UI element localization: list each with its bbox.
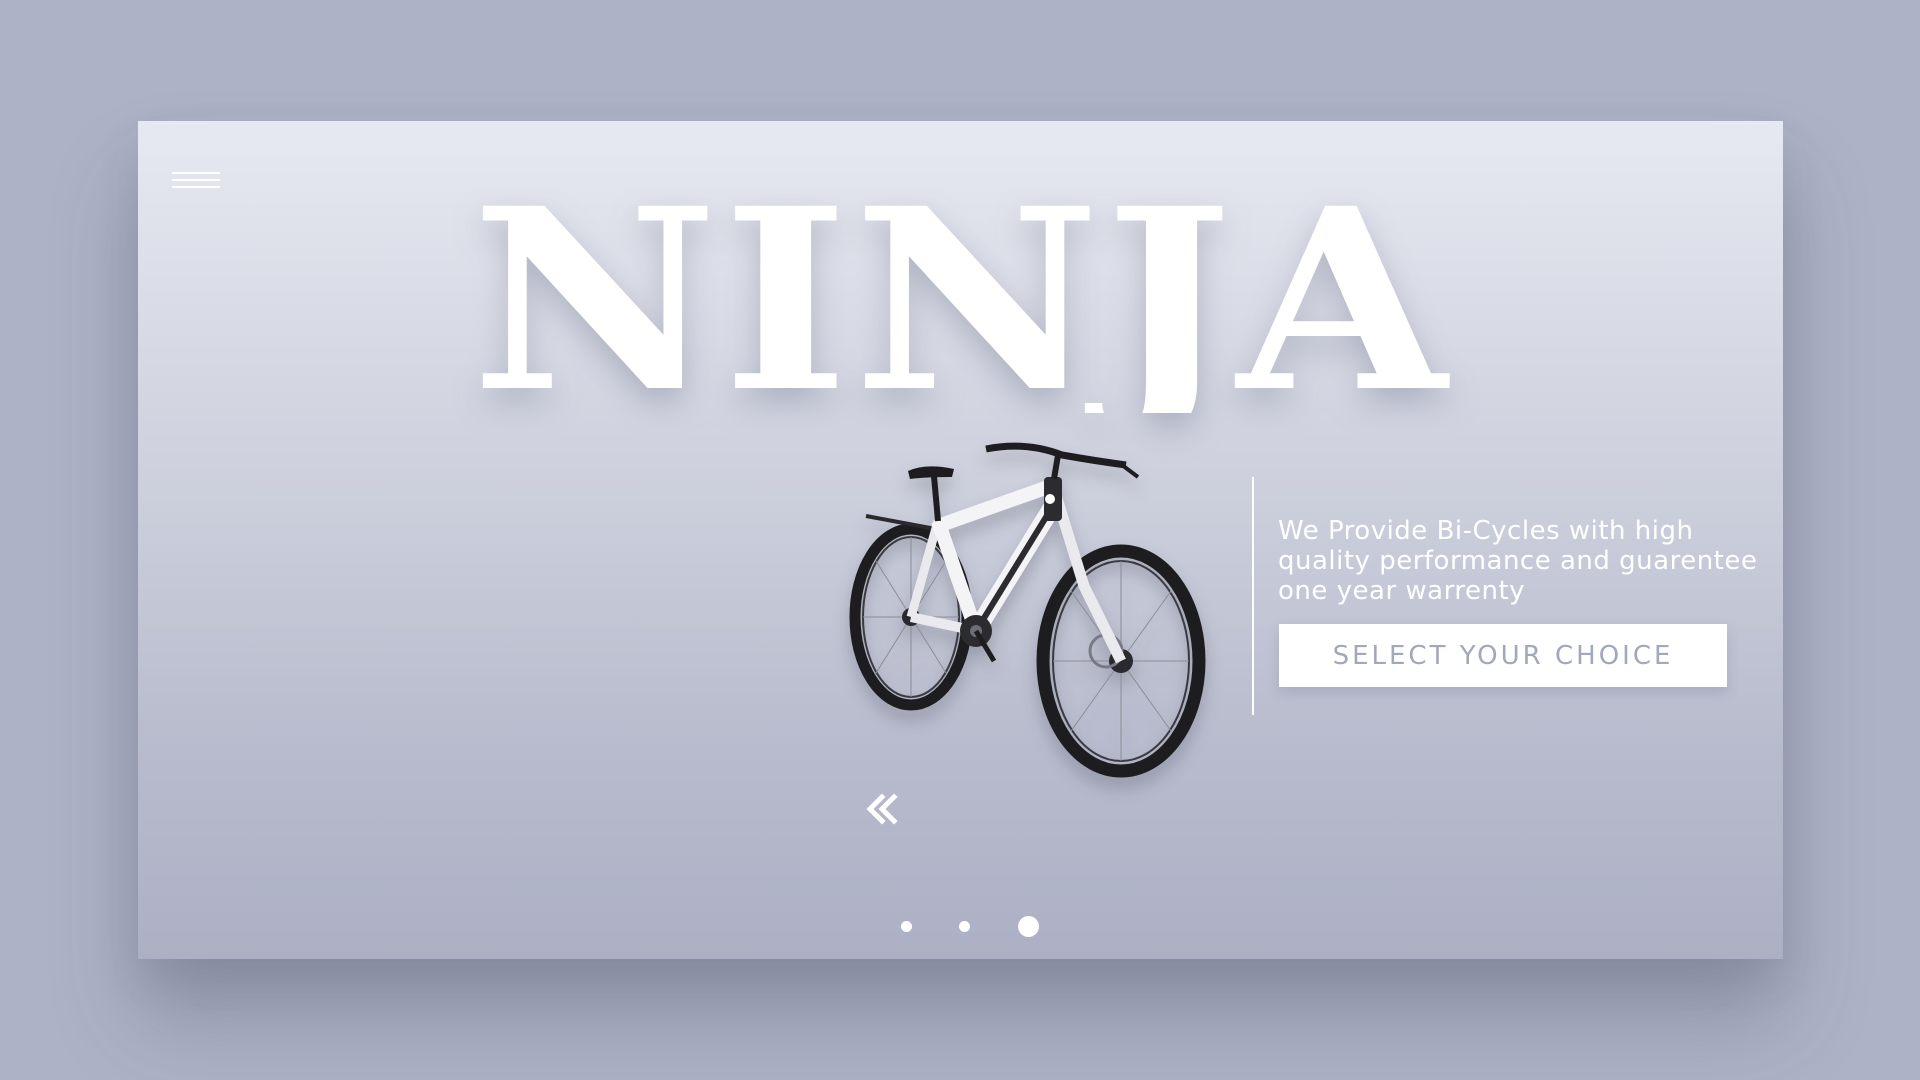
bike-seat xyxy=(908,466,954,479)
bicycle-image xyxy=(849,442,1206,778)
carousel-dot-2[interactable] xyxy=(959,921,970,932)
bike-frame xyxy=(906,477,1126,664)
hero-title-text: NINJA xyxy=(471,173,1451,413)
select-choice-button[interactable]: SELECT YOUR CHOICE xyxy=(1279,624,1727,687)
carousel-dot-3-active[interactable] xyxy=(1018,916,1039,937)
carousel-dot-1[interactable] xyxy=(901,921,912,932)
carousel-pagination xyxy=(138,913,1783,943)
hero-card: NINJA We Provide Bi-Cycles with high qua… xyxy=(138,121,1783,959)
double-chevron-left-icon[interactable] xyxy=(862,789,902,829)
hero-tagline: We Provide Bi-Cycles with high quality p… xyxy=(1278,516,1758,606)
hero-title: NINJA xyxy=(138,173,1783,413)
hero-title-graphic: NINJA xyxy=(471,173,1451,413)
vertical-divider xyxy=(1252,477,1254,715)
